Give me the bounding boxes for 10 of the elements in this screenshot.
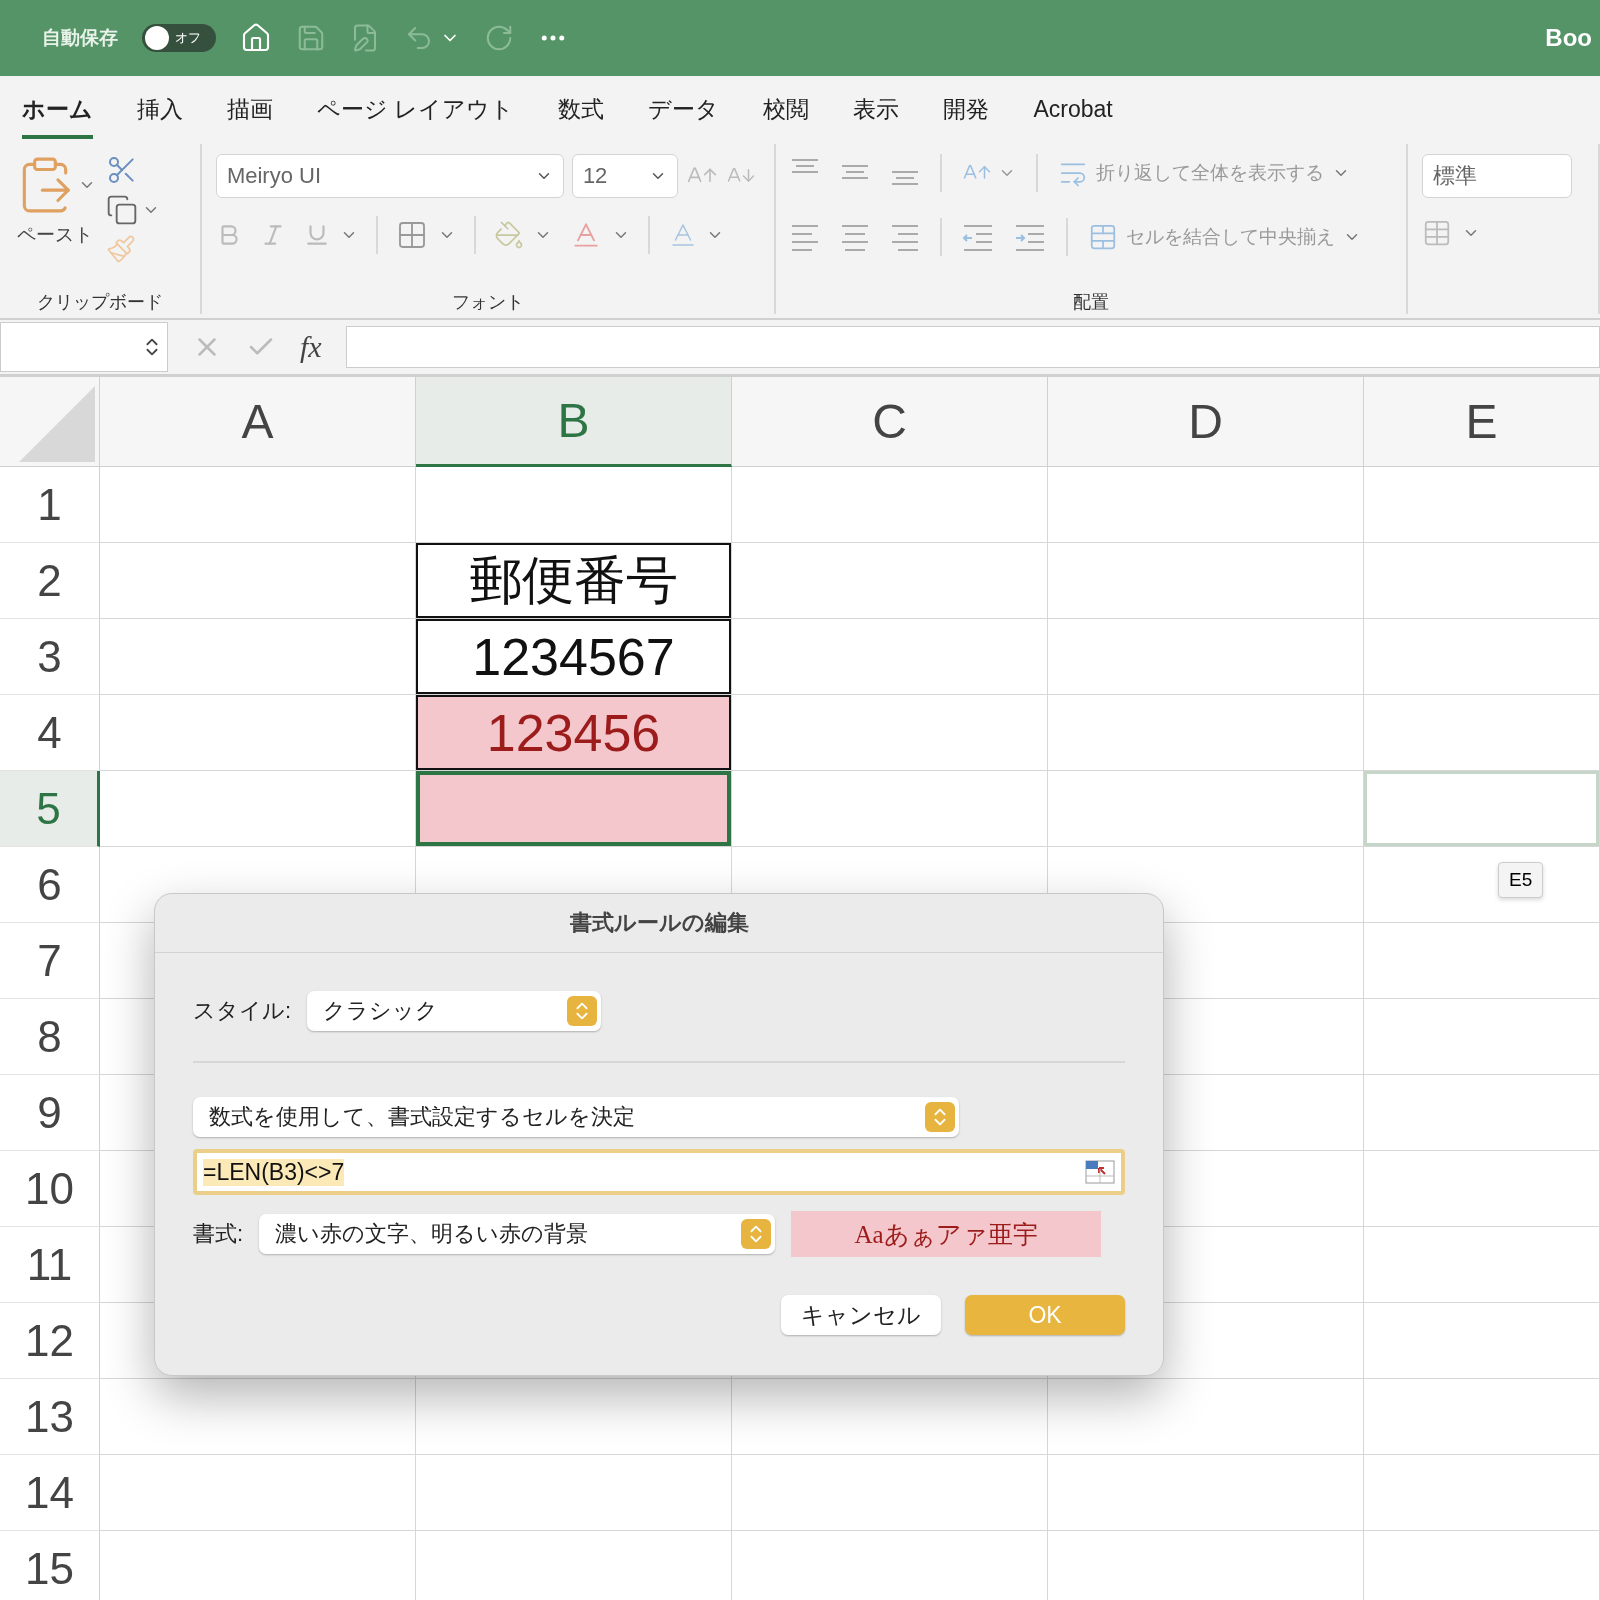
group-label: 配置 (1071, 291, 1110, 314)
format-label: 書式: (193, 1220, 244, 1248)
format-preview: Aaあぁアァ亜宇 (791, 1211, 1102, 1257)
dialog-title: 書式ルールの編集 (155, 894, 1163, 953)
style-label: スタイル: (193, 997, 292, 1025)
autosave-label: 自動保存 (42, 26, 118, 50)
group-label: クリップボード (35, 291, 164, 314)
cell-tooltip: E5 (1498, 862, 1544, 898)
workbook-title: Boo (1545, 24, 1593, 52)
group-label: フォント (451, 291, 525, 314)
